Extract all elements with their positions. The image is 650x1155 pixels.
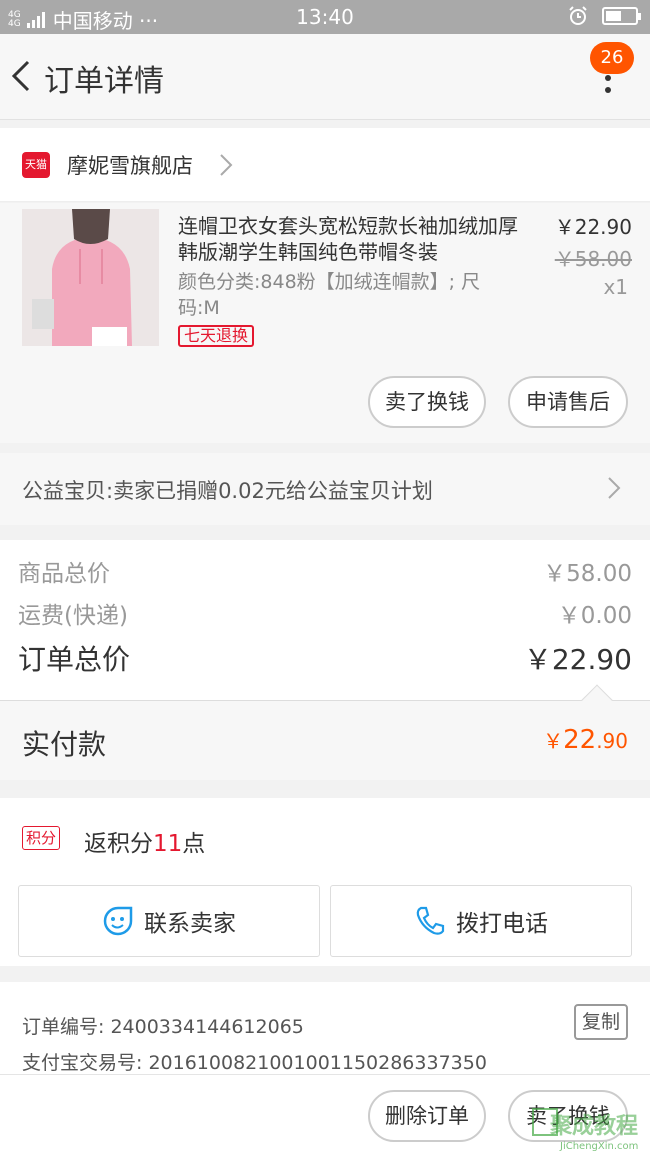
battery-fill — [606, 11, 622, 21]
tmall-logo: 天猫 — [22, 152, 50, 178]
copy-button[interactable]: 复制 — [574, 1004, 628, 1040]
back-arrow-icon[interactable] — [6, 56, 36, 96]
order-total-value: ￥22.90 — [523, 643, 632, 676]
message-badge[interactable]: 26 — [590, 42, 634, 74]
order-total-label: 订单总价 — [18, 643, 131, 676]
alipay-number-label: 支付宝交易号: — [22, 1052, 143, 1074]
status-time: 13:40 — [296, 5, 354, 29]
call-button[interactable]: 拨打电话 — [330, 885, 632, 957]
order-number: 2400334144612065 — [110, 1016, 304, 1038]
order-info: 订单编号: 2400334144612065 支付宝交易号: 201610082… — [0, 982, 650, 1074]
points-count: 11 — [153, 831, 183, 857]
product-image[interactable] — [22, 209, 159, 346]
watermark-text: 聚成教程 — [550, 1114, 639, 1139]
shipping-label: 运费(快递) — [18, 603, 128, 629]
status-right — [568, 6, 641, 26]
battery-icon — [602, 7, 641, 25]
nav-bar: 订单详情 26 — [0, 34, 650, 120]
shop-header[interactable]: 天猫 摩妮雪旗舰店 — [0, 128, 650, 202]
product-sku: 颜色分类:848粉【加绒连帽款】; 尺码:M — [178, 271, 481, 319]
call-label: 拨打电话 — [456, 911, 548, 937]
chevron-right-icon — [220, 154, 233, 176]
site-watermark: 聚成教程 JiChengXin.com — [530, 1106, 650, 1155]
shipping-row: 运费(快递) ￥0.00 — [18, 596, 632, 630]
contact-seller-label: 联系卖家 — [144, 911, 236, 937]
order-number-label: 订单编号: — [22, 1016, 105, 1038]
watermark-url: JiChengXin.com — [560, 1141, 639, 1152]
status-bar: 4G 4G 中国移动 ··· 13:40 — [0, 0, 650, 34]
shipping-value: ￥0.00 — [557, 603, 632, 629]
phone-icon — [416, 906, 445, 935]
product-price: ￥22.90 — [554, 215, 632, 239]
paid-amount: ￥22.90 — [543, 725, 628, 755]
charity-row[interactable]: 公益宝贝:卖家已捐赠0.02元给公益宝贝计划 — [0, 453, 650, 525]
alarm-icon — [569, 6, 587, 25]
paid-label: 实付款 — [22, 728, 107, 761]
more-menu-icon[interactable] — [598, 70, 618, 100]
order-number-line: 订单编号: 2400334144612065 — [22, 1012, 304, 1039]
delete-order-button[interactable]: 删除订单 — [368, 1090, 486, 1142]
paid-currency: ￥ — [543, 729, 564, 753]
points-text: 返积分11点 — [84, 824, 205, 858]
chat-face-icon — [103, 906, 133, 936]
product-photo — [22, 209, 159, 346]
product-item[interactable]: 连帽卫衣女套头宽松短款长袖加绒加厚韩版潮学生韩国纯色带帽冬装 颜色分类:848粉… — [0, 203, 650, 443]
paid-amount-row: 实付款 ￥22.90 — [0, 684, 650, 780]
points-section: 积分 返积分11点 联系卖家 拨打电话 — [0, 798, 650, 966]
sell-button[interactable]: 卖了换钱 — [368, 376, 486, 428]
product-original-price: ￥58.00 — [554, 247, 632, 271]
goods-total-label: 商品总价 — [18, 561, 110, 587]
price-summary: 商品总价 ￥58.00 运费(快递) ￥0.00 订单总价 ￥22.90 — [0, 540, 650, 700]
paid-decimal: .90 — [596, 729, 628, 753]
points-prefix: 返积分 — [84, 831, 153, 857]
product-quantity: x1 — [603, 275, 628, 299]
charity-text: 公益宝贝:卖家已捐赠0.02元给公益宝贝计划 — [22, 479, 433, 503]
points-suffix: 点 — [182, 831, 206, 857]
goods-total-value: ￥58.00 — [543, 561, 632, 587]
order-total-row: 订单总价 ￥22.90 — [18, 638, 632, 678]
goods-total-row: 商品总价 ￥58.00 — [18, 554, 632, 588]
shop-name[interactable]: 摩妮雪旗舰店 — [67, 150, 193, 180]
points-tag: 积分 — [22, 826, 61, 850]
alipay-number: 2016100821001001150286337350 — [148, 1052, 487, 1074]
after-sale-button[interactable]: 申请售后 — [508, 376, 628, 428]
page-title: 订单详情 — [44, 64, 164, 99]
alipay-number-line: 支付宝交易号: 2016100821001001150286337350 — [22, 1048, 487, 1075]
product-title[interactable]: 连帽卫衣女套头宽松短款长袖加绒加厚韩版潮学生韩国纯色带帽冬装 — [178, 213, 518, 265]
return-policy-tag: 七天退换 — [178, 325, 255, 347]
chevron-right-icon — [608, 477, 621, 499]
paid-integer: 22 — [563, 725, 597, 755]
contact-seller-button[interactable]: 联系卖家 — [18, 885, 320, 957]
